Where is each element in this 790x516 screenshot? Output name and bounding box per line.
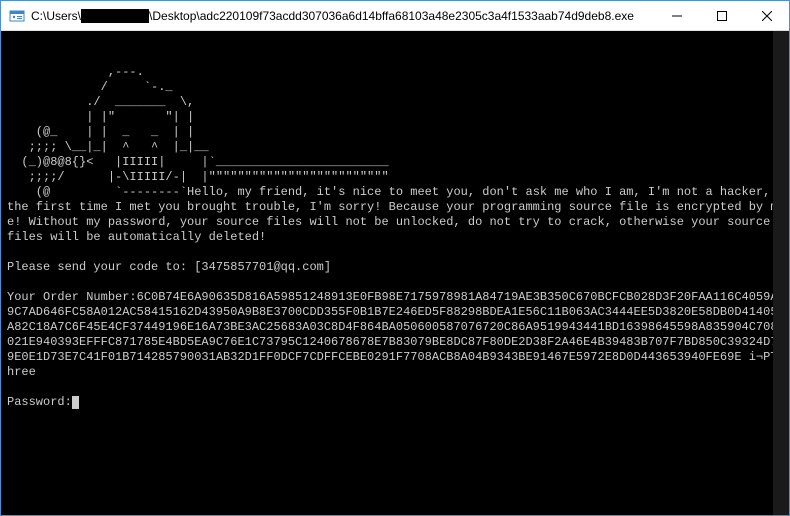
- app-icon: [9, 8, 25, 24]
- maximize-button[interactable]: [699, 1, 744, 30]
- ascii-art: ,---. / `-._ ./ _______ \, | |" "| | (@_…: [7, 65, 389, 199]
- send-code-label: Please send your code to:: [7, 260, 194, 274]
- scrollbar[interactable]: [773, 31, 789, 515]
- titlebar-buttons: [654, 1, 789, 30]
- close-button[interactable]: [744, 1, 789, 30]
- titlebar[interactable]: C:\Users\████████\Desktop\adc220109f73ac…: [1, 1, 789, 31]
- app-window: C:\Users\████████\Desktop\adc220109f73ac…: [0, 0, 790, 516]
- minimize-button[interactable]: [654, 1, 699, 30]
- send-code-email: [3475857701@qq.com]: [194, 260, 331, 274]
- titlebar-title: C:\Users\████████\Desktop\adc220109f73ac…: [31, 9, 654, 23]
- text-cursor: [72, 396, 79, 409]
- order-label: Your Order Number:: [7, 290, 137, 304]
- console-area[interactable]: ,---. / `-._ ./ _______ \, | |" "| | (@_…: [1, 31, 789, 515]
- password-prompt: Password:: [7, 395, 72, 409]
